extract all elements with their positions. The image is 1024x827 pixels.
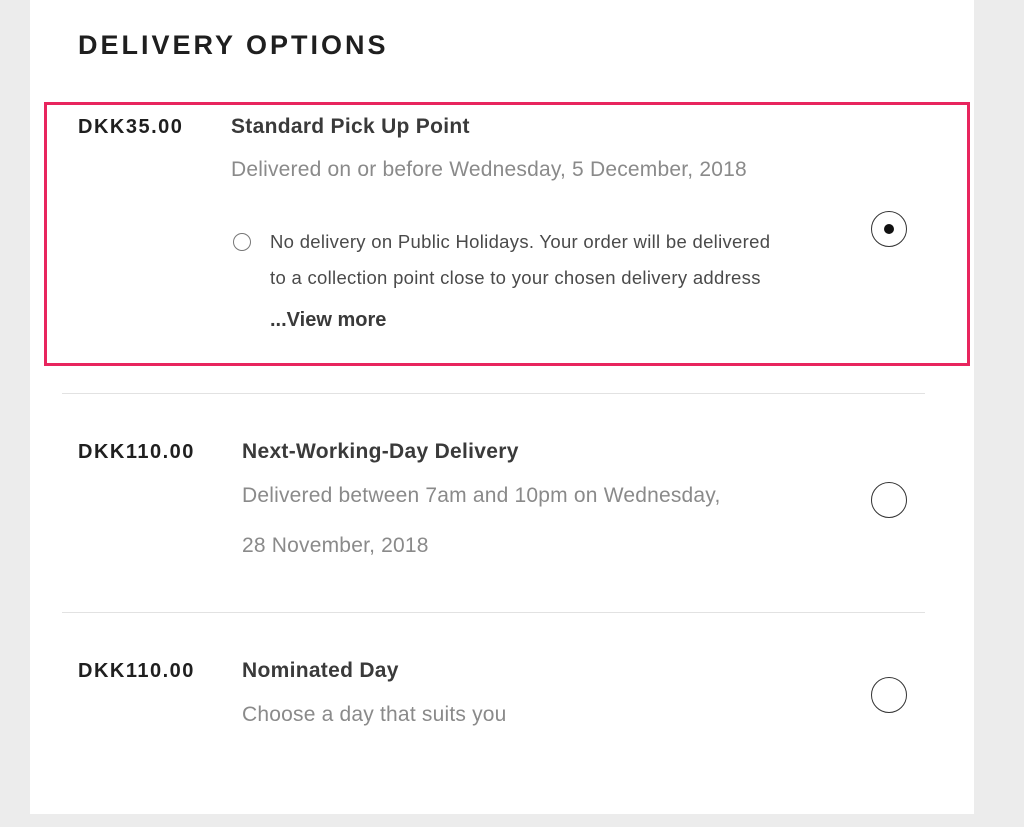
page-title: DELIVERY OPTIONS	[78, 30, 389, 60]
option-price: DKK110.00	[78, 441, 195, 463]
option-note-line-2: to a collection point close to your chos…	[270, 267, 761, 288]
option-name: Standard Pick Up Point	[231, 115, 470, 138]
radio-selected[interactable]	[871, 211, 907, 247]
option-price: DKK35.00	[78, 116, 184, 138]
radio-unselected[interactable]	[871, 677, 907, 713]
delivery-options-panel: DELIVERY OPTIONS DKK35.00 Standard Pick …	[30, 0, 974, 814]
option-description-line-1: Delivered between 7am and 10pm on Wednes…	[242, 484, 721, 507]
radio-dot-icon	[883, 223, 894, 234]
option-price: DKK110.00	[78, 660, 195, 682]
divider	[62, 393, 925, 394]
view-more-link[interactable]: ...View more	[270, 309, 386, 332]
option-note-line-1: No delivery on Public Holidays. Your ord…	[270, 231, 771, 252]
info-icon	[233, 233, 251, 251]
radio-unselected[interactable]	[871, 482, 907, 518]
divider	[62, 612, 925, 613]
option-name: Next-Working-Day Delivery	[242, 440, 519, 463]
option-name: Nominated Day	[242, 659, 399, 682]
option-description: Delivered on or before Wednesday, 5 Dece…	[231, 158, 747, 181]
option-description: Choose a day that suits you	[242, 703, 507, 726]
option-description-line-2: 28 November, 2018	[242, 534, 429, 557]
